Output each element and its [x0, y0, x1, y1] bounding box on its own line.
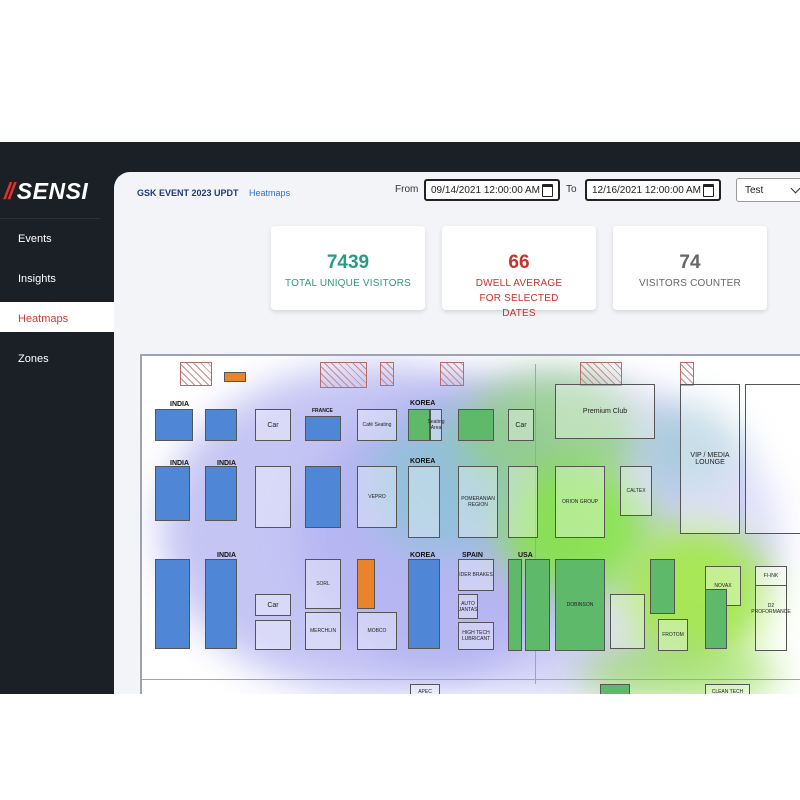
- booth-premium-club[interactable]: Premium Club: [555, 384, 655, 439]
- stat-card-dwell-average: 66 DWELL AVERAGE FOR SELECTED DATES: [442, 226, 596, 319]
- booth-car[interactable]: Car: [255, 409, 291, 441]
- booth-dobinson[interactable]: DOBINSON: [555, 559, 605, 651]
- pavilion-label-korea: KOREA: [410, 458, 436, 465]
- hatched-zone: [580, 362, 622, 386]
- booth[interactable]: [408, 466, 440, 538]
- calendar-icon[interactable]: [542, 183, 553, 197]
- zone-select-value: Test: [745, 184, 764, 196]
- sidebar-item-events[interactable]: Events: [18, 233, 52, 245]
- booth[interactable]: [305, 466, 341, 528]
- pavilion-label-india: INDIA: [217, 552, 237, 559]
- booth-seating-area[interactable]: Seating Area: [428, 409, 444, 441]
- booth-car[interactable]: Car: [255, 594, 291, 616]
- booth-car[interactable]: Car: [508, 409, 534, 441]
- booth-pomeranian-region[interactable]: POMERANIAN REGION: [458, 466, 498, 538]
- booth-merchlin[interactable]: MERCHLIN: [305, 612, 341, 650]
- chevron-down-icon: [790, 183, 800, 194]
- unique-visitors-value: 7439: [326, 252, 370, 273]
- plan-wall: [140, 679, 800, 680]
- booth[interactable]: [155, 559, 190, 649]
- pavilion-label-korea: KOREA: [410, 400, 436, 407]
- booth[interactable]: [155, 409, 193, 441]
- to-date-input[interactable]: 12/16/2021 12:00:00 AM: [585, 179, 721, 201]
- hatched-zone: [680, 362, 694, 386]
- booth[interactable]: [255, 620, 291, 650]
- booth[interactable]: [155, 466, 190, 521]
- logo-slashes: //: [4, 178, 15, 204]
- hatched-zone: [320, 362, 367, 388]
- from-date-input[interactable]: 09/14/2021 12:00:00 AM: [424, 179, 560, 201]
- hatched-zone: [440, 362, 464, 386]
- pavilion-label-france: FRANCE: [312, 408, 333, 414]
- sensi-logo: // SENSI: [4, 178, 88, 205]
- booth[interactable]: [508, 466, 538, 538]
- pavilion-label-usa: USA: [518, 552, 533, 559]
- booth[interactable]: [305, 416, 341, 441]
- booth-caltex[interactable]: CALTEX: [620, 466, 652, 516]
- booth-auto-jantas[interactable]: AUTO JANTAS: [458, 594, 478, 619]
- booth-high-tech-lubricant[interactable]: HIGH TECH LUBRICANT: [458, 622, 494, 650]
- sidebar-divider: [0, 218, 100, 219]
- booth[interactable]: [600, 684, 630, 694]
- booth-clean-tech[interactable]: CLEAN TECH: [705, 684, 750, 694]
- booth-vip-media-lounge[interactable]: VIP / MEDIA LOUNGE: [680, 384, 740, 534]
- booth-sorl[interactable]: SORL: [305, 559, 341, 609]
- booth-cafe-seating[interactable]: Café Seating: [357, 409, 397, 441]
- breadcrumb-page[interactable]: Heatmaps: [249, 188, 290, 198]
- booth[interactable]: [650, 559, 675, 614]
- booth[interactable]: [357, 559, 375, 609]
- booth[interactable]: [224, 372, 246, 382]
- calendar-icon[interactable]: [703, 183, 714, 197]
- stat-card-unique-visitors: 7439 TOTAL UNIQUE VISITORS: [271, 226, 425, 310]
- pavilion-label-spain: SPAIN: [462, 552, 483, 559]
- plan-wall: [140, 354, 800, 356]
- booth-fi-ink[interactable]: FI-INK: [755, 566, 787, 586]
- hatched-zone: [180, 362, 212, 386]
- from-label: From: [395, 184, 419, 195]
- booth[interactable]: [205, 559, 237, 649]
- dwell-average-caption: DWELL AVERAGE FOR SELECTED DATES: [475, 278, 563, 319]
- booth[interactable]: [408, 559, 440, 649]
- pavilion-label-india: INDIA: [170, 401, 190, 408]
- booth-frotom[interactable]: FROTOM: [658, 619, 688, 651]
- visitors-counter-caption: VISITORS COUNTER: [639, 278, 741, 289]
- dwell-average-value: 66: [508, 252, 530, 273]
- booth[interactable]: [745, 384, 800, 534]
- booth[interactable]: [205, 409, 237, 441]
- booth[interactable]: [508, 559, 522, 651]
- visitors-counter-value: 74: [679, 252, 701, 273]
- app-window: // SENSI Events Insights Heatmaps Zones …: [0, 142, 800, 694]
- booth[interactable]: [705, 589, 727, 649]
- zone-select[interactable]: Test: [736, 178, 800, 202]
- sidebar-item-insights[interactable]: Insights: [18, 273, 56, 285]
- booth[interactable]: [458, 409, 494, 441]
- booth[interactable]: [255, 466, 291, 528]
- from-date-value: 09/14/2021 12:00:00 AM: [431, 184, 540, 196]
- booth-orion-group[interactable]: ORION GROUP: [555, 466, 605, 538]
- main-content: GSK EVENT 2023 UPDT Heatmaps From 09/14/…: [114, 172, 800, 694]
- unique-visitors-caption: TOTAL UNIQUE VISITORS: [284, 278, 412, 289]
- booth[interactable]: [525, 559, 550, 651]
- booth-ider-brakes[interactable]: IDER BRAKES: [458, 559, 494, 591]
- breadcrumb: GSK EVENT 2023 UPDT Heatmaps: [137, 188, 290, 198]
- breadcrumb-event[interactable]: GSK EVENT 2023 UPDT: [137, 188, 239, 198]
- floorplan-heatmap[interactable]: INDIA INDIA INDIA INDIA Car FRANCE Café …: [140, 354, 800, 694]
- booth[interactable]: [205, 466, 237, 521]
- pavilion-label-korea: KOREA: [410, 552, 436, 559]
- to-date-value: 12/16/2021 12:00:00 AM: [592, 184, 701, 196]
- logo-text: SENSI: [16, 178, 89, 204]
- sidebar-item-heatmaps[interactable]: Heatmaps: [18, 313, 68, 325]
- to-label: To: [566, 184, 577, 195]
- booth-vepro[interactable]: VEPRO: [357, 466, 397, 528]
- booth[interactable]: [610, 594, 645, 649]
- hatched-zone: [380, 362, 394, 386]
- booth-mobco[interactable]: MOBCO: [357, 612, 397, 650]
- sidebar-item-zones[interactable]: Zones: [18, 353, 49, 365]
- stat-card-visitors-counter: 74 VISITORS COUNTER: [613, 226, 767, 310]
- plan-wall: [140, 354, 142, 694]
- booth-apec[interactable]: APEC: [410, 684, 440, 694]
